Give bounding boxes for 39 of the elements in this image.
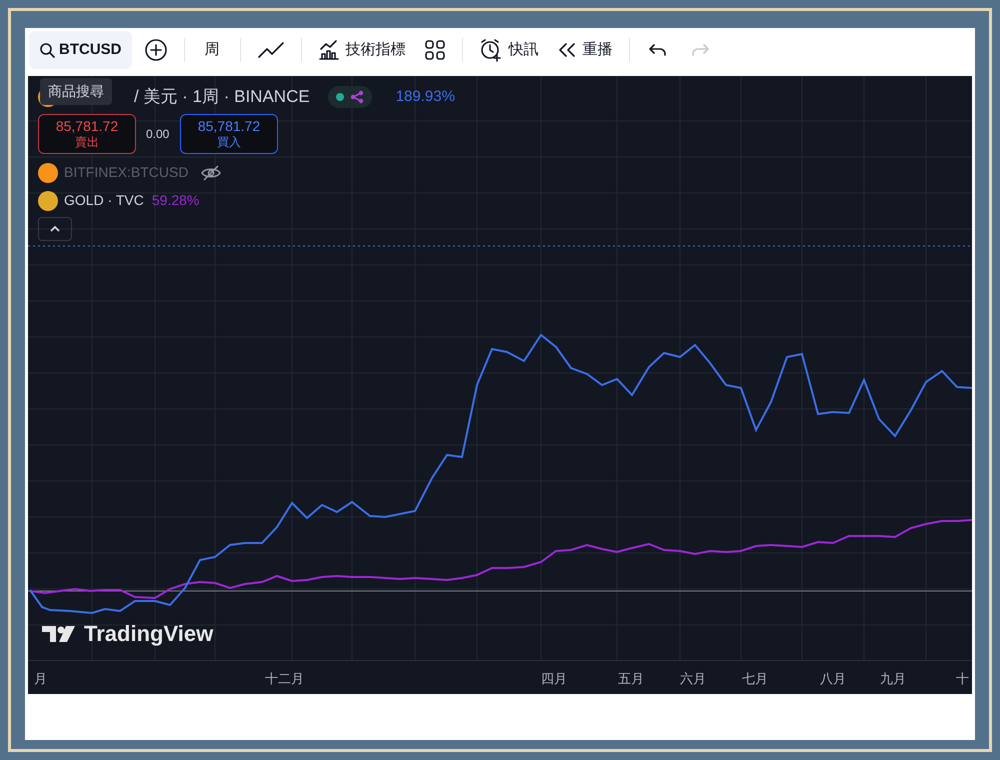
series-name: BITFINEX:BTCUSD: [64, 163, 188, 182]
plus-circle-icon: [144, 38, 168, 62]
logo-icon: [42, 624, 78, 644]
buy-button[interactable]: 85,781.72 買入: [180, 114, 278, 154]
series-change: 59.28%: [152, 191, 200, 210]
eye-off-icon: [200, 164, 222, 180]
series-name: GOLD · TVC: [64, 191, 144, 210]
bar-chart-icon: [318, 39, 340, 61]
line-chart-icon: [256, 40, 284, 60]
axis-label: 九月: [880, 670, 906, 688]
logo-text: TradingView: [84, 620, 214, 648]
indicators-button[interactable]: 技術指標: [312, 31, 412, 69]
axis-label: 十二月: [265, 670, 304, 688]
axis-label: 十: [956, 670, 969, 688]
replay-button[interactable]: 重播: [550, 31, 618, 69]
interval-button[interactable]: 周: [194, 31, 230, 69]
axis-label: 七月: [742, 670, 768, 688]
sell-button[interactable]: 85,781.72 賣出: [38, 114, 136, 154]
symbol-search-button[interactable]: BTCUSD: [29, 31, 132, 69]
undo-icon: [648, 42, 668, 58]
change-percent: 189.93%: [396, 86, 455, 106]
axis-label: 八月: [820, 670, 846, 688]
alert-button[interactable]: 快訊: [472, 31, 544, 69]
spread-value: 0.00: [146, 126, 170, 143]
redo-icon: [690, 42, 710, 58]
search-icon: [39, 42, 55, 58]
axis-label: 月: [34, 670, 47, 688]
axis-label: 六月: [680, 670, 706, 688]
coin-icon: [38, 162, 58, 182]
chevron-up-icon: [49, 225, 61, 233]
rewind-icon: [556, 42, 576, 58]
axis-label: 四月: [541, 670, 567, 688]
collapse-button[interactable]: [38, 217, 72, 241]
grid-icon: [424, 39, 446, 61]
chart-title: / 美元 · 1周 · BINANCE: [134, 86, 310, 108]
symbol-icon: [38, 190, 58, 210]
axis-label: 五月: [618, 670, 644, 688]
alarm-clock-icon: [478, 38, 502, 62]
share-icon: [350, 90, 364, 104]
